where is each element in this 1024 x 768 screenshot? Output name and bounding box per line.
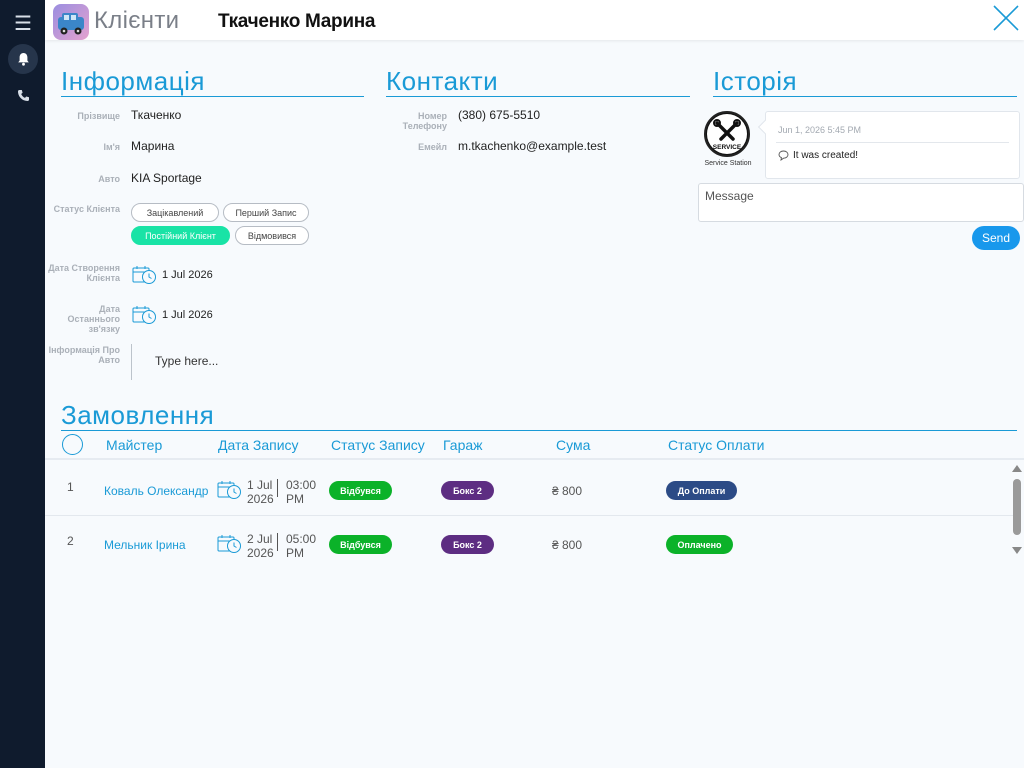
- order-date-year: 2026: [247, 492, 274, 506]
- scroll-thumb[interactable]: [1013, 479, 1021, 535]
- orders-section-title: Замовлення: [61, 400, 215, 430]
- column-header-record-status[interactable]: Статус Запису: [331, 437, 425, 453]
- record-status-badge[interactable]: Відбувся: [329, 535, 392, 554]
- scroll-down-arrow[interactable]: [1012, 547, 1022, 554]
- order-date-day: 2 Jul: [247, 532, 273, 546]
- garage-badge[interactable]: Бокс 2: [441, 481, 494, 500]
- master-link[interactable]: Мельник Ірина: [104, 538, 186, 552]
- payment-status-badge[interactable]: Оплачено: [666, 535, 733, 554]
- info-section-underline: [61, 96, 364, 97]
- column-header-payment-status[interactable]: Статус Оплати: [668, 437, 765, 453]
- status-chip-declined[interactable]: Відмовився: [235, 226, 309, 245]
- status-chip-interested[interactable]: Зацікавлений: [131, 203, 219, 222]
- history-entry-message: It was created!: [778, 150, 858, 161]
- email-value[interactable]: m.tkachenko@example.test: [458, 139, 606, 153]
- calendar-clock-icon: [217, 480, 242, 500]
- orders-table-header: Майстер Дата Запису Статус Запису Гараж …: [45, 431, 1024, 460]
- date-time-separator: [277, 533, 278, 551]
- service-logo-text: SERVICE: [713, 144, 742, 151]
- column-header-master[interactable]: Майстер: [106, 437, 162, 453]
- phone-label: Номер Телефону: [402, 111, 447, 131]
- name-label: Ім'я: [103, 142, 120, 152]
- car-value: KIA Sportage: [131, 171, 202, 185]
- history-entry-card: Jun 1, 2026 5:45 PM It was created!: [757, 111, 1020, 179]
- order-date-year: 2026: [247, 546, 274, 560]
- row-number: 1: [67, 480, 74, 494]
- table-row[interactable]: 1 Коваль Олександр 1 Jul 2026 03:00 PM Від…: [45, 462, 1017, 516]
- created-date-label: Дата Створення Клієнта: [48, 263, 120, 283]
- column-header-garage[interactable]: Гараж: [443, 437, 483, 453]
- comment-icon: [778, 150, 789, 161]
- phone-icon[interactable]: [8, 80, 38, 110]
- avatar-caption: Service Station: [704, 160, 752, 167]
- garage-badge[interactable]: Бокс 2: [441, 535, 494, 554]
- order-sum: ₴ 800: [552, 538, 583, 552]
- client-name-title: Ткаченко Марина: [218, 11, 376, 32]
- message-input[interactable]: Message: [698, 183, 1024, 222]
- surname-value: Ткаченко: [131, 108, 182, 122]
- send-button[interactable]: Send: [972, 226, 1020, 250]
- car-info-placeholder: Type here...: [155, 354, 219, 368]
- created-date-value: 1 Jul 2026: [162, 269, 213, 281]
- calendar-clock-icon: [217, 534, 242, 554]
- info-section-title: Інформація: [61, 66, 205, 96]
- app-title: Клієнти: [94, 7, 180, 34]
- car-info-label: Інформація Про Авто: [48, 345, 120, 365]
- phone-value[interactable]: (380) 675-5510: [458, 108, 540, 122]
- name-value: Марина: [131, 139, 175, 153]
- record-status-badge[interactable]: Відбувся: [329, 481, 392, 500]
- history-section-title: Історія: [713, 66, 798, 96]
- order-time-hour: 03:00: [286, 478, 317, 492]
- column-header-sum[interactable]: Сума: [556, 437, 590, 453]
- status-chip-regular-client[interactable]: Постійний Клієнт: [131, 226, 230, 245]
- client-status-label: Статус Клієнта: [53, 204, 120, 214]
- card-tail: [757, 119, 773, 135]
- scroll-up-arrow[interactable]: [1012, 465, 1022, 472]
- car-info-textarea[interactable]: Type here...: [131, 344, 331, 380]
- service-station-avatar: SERVICE: [704, 111, 750, 157]
- order-date: 2 Jul 2026: [247, 532, 274, 560]
- bell-icon[interactable]: [8, 44, 38, 74]
- contacts-section-title: Контакти: [386, 66, 499, 96]
- table-row[interactable]: 2 Мельник Ірина 2 Jul 2026 05:00 PM Відбув…: [45, 516, 1017, 570]
- contacts-section-underline: [386, 96, 690, 97]
- history-entry-text: It was created!: [793, 150, 859, 161]
- payment-status-badge[interactable]: До Оплати: [666, 481, 737, 500]
- history-section-underline: [713, 96, 1017, 97]
- column-header-date[interactable]: Дата Запису: [218, 437, 299, 453]
- order-sum: ₴ 800: [552, 484, 583, 498]
- menu-icon[interactable]: ☰: [8, 8, 38, 38]
- car-label: Авто: [98, 174, 120, 184]
- order-time: 05:00 PM: [286, 532, 316, 560]
- order-time: 03:00 PM: [286, 478, 316, 506]
- order-date: 1 Jul 2026: [247, 478, 274, 506]
- order-time-hour: 05:00: [286, 532, 317, 546]
- sidebar: ☰: [0, 0, 45, 768]
- history-entry-timestamp: Jun 1, 2026 5:45 PM: [778, 125, 862, 135]
- calendar-clock-icon[interactable]: [132, 265, 157, 285]
- master-link[interactable]: Коваль Олександр: [104, 484, 208, 498]
- row-number: 2: [67, 534, 74, 548]
- message-placeholder: Message: [705, 189, 754, 203]
- email-label: Емейл: [418, 142, 447, 152]
- table-scrollbar[interactable]: [1010, 462, 1024, 558]
- app-logo: [53, 4, 89, 40]
- order-time-ampm: PM: [286, 492, 304, 506]
- last-contact-label: Дата Останнього зв'язку: [67, 304, 120, 334]
- status-chip-first-visit[interactable]: Перший Запис: [223, 203, 309, 222]
- calendar-clock-icon[interactable]: [132, 305, 157, 325]
- select-all-checkbox[interactable]: [62, 434, 83, 455]
- close-icon[interactable]: [991, 3, 1021, 33]
- surname-label: Прізвище: [77, 111, 120, 121]
- date-time-separator: [277, 479, 278, 497]
- card-divider: [776, 142, 1009, 143]
- order-date-day: 1 Jul: [247, 478, 273, 492]
- last-contact-value: 1 Jul 2026: [162, 309, 213, 321]
- top-bar: Клієнти Ткаченко Марина: [45, 0, 1024, 40]
- order-time-ampm: PM: [286, 546, 304, 560]
